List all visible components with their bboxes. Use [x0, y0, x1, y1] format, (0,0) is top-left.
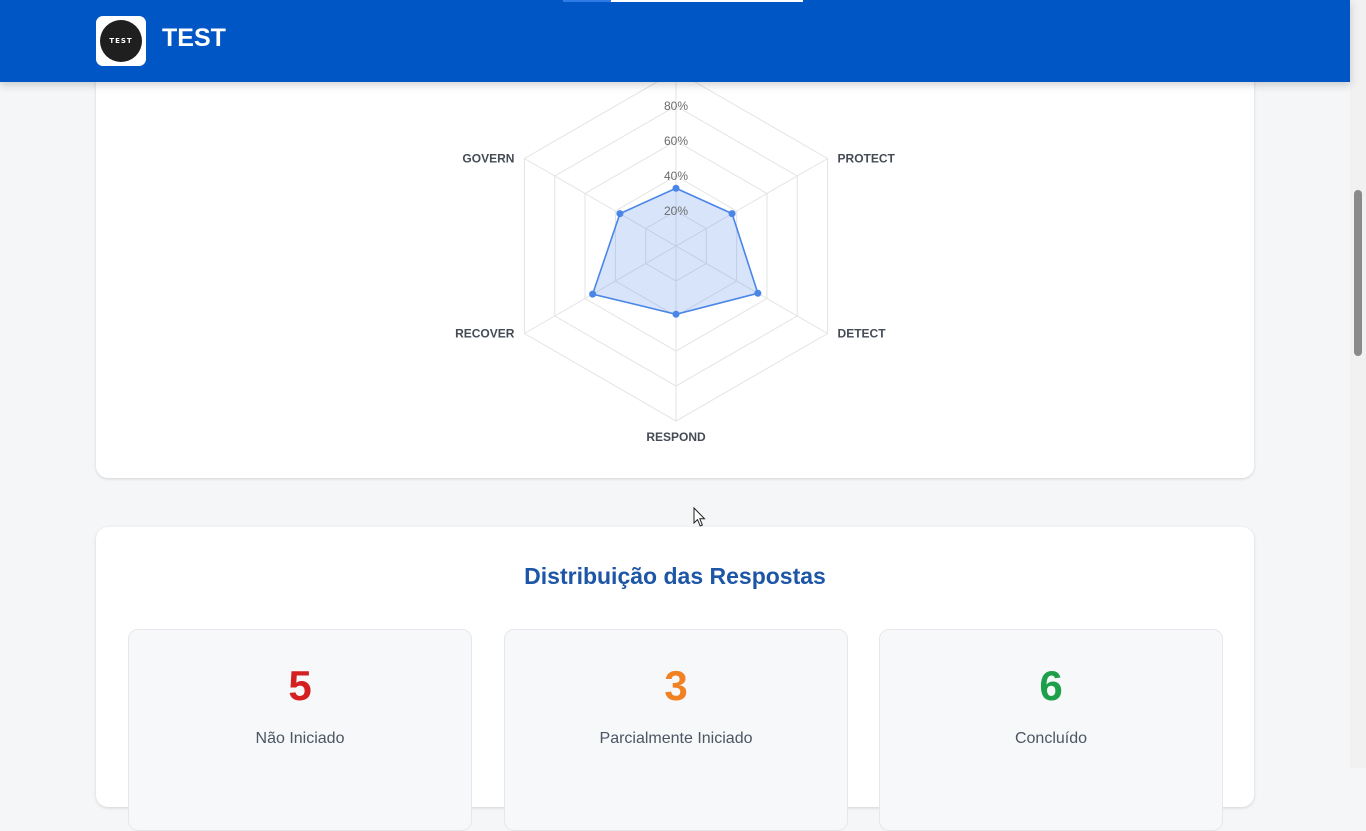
vertical-scrollbar[interactable]: [1350, 0, 1366, 768]
radar-axis-label: RESPOND: [646, 430, 706, 444]
response-distribution-card: Distribuição das Respostas 5 Não Iniciad…: [96, 527, 1254, 831]
stat-label-partially-started: Parcialmente Iniciado: [599, 730, 753, 747]
radar-chart-card: 20% 40% 60% 80% GOVERN PROTECT DETECT RESPOND RE…: [96, 60, 1254, 478]
radar-data-point: [672, 310, 680, 318]
stat-card-partially-started: 3 Parcialmente Iniciado: [504, 629, 848, 831]
stat-label-not-started: Não Iniciado: [255, 730, 345, 747]
stat-value-not-started: 5: [288, 662, 312, 709]
radar-data-point: [754, 289, 762, 297]
header-strip-highlight: [611, 0, 803, 2]
radar-axis-label: RECOVER: [455, 327, 515, 341]
logo-mark: TEST: [100, 20, 142, 62]
stat-label-completed: Concluído: [1014, 730, 1088, 747]
app-header: TEST TEST: [0, 0, 1350, 82]
scrollbar-thumb[interactable]: [1354, 190, 1362, 356]
app-title: TEST: [162, 24, 226, 52]
radar-axis-label: DETECT: [838, 327, 887, 341]
radar-tick-label: 20%: [664, 204, 688, 218]
radar-data-point: [616, 210, 624, 218]
header-strip-accent: [563, 0, 611, 2]
radar-tick-label: 80%: [664, 99, 688, 113]
logo[interactable]: TEST: [96, 16, 146, 66]
radar-data-point: [672, 184, 680, 192]
radar-chart: 20% 40% 60% 80% GOVERN PROTECT DETECT RESPOND RE…: [455, 70, 896, 444]
mouse-cursor-icon: [693, 507, 706, 527]
radar-data-point: [728, 210, 736, 218]
distribution-title: Distribuição das Respostas: [524, 563, 826, 589]
radar-axis-label: GOVERN: [462, 152, 514, 166]
radar-axis-label: PROTECT: [838, 152, 896, 166]
radar-tick-label: 40%: [664, 169, 688, 183]
stat-card-completed: 6 Concluído: [879, 629, 1223, 831]
radar-data-point: [589, 290, 597, 298]
stat-value-completed: 6: [1039, 662, 1063, 709]
stat-card-not-started: 5 Não Iniciado: [128, 629, 472, 831]
radar-tick-label: 60%: [664, 134, 688, 148]
stat-value-partially-started: 3: [664, 662, 688, 709]
